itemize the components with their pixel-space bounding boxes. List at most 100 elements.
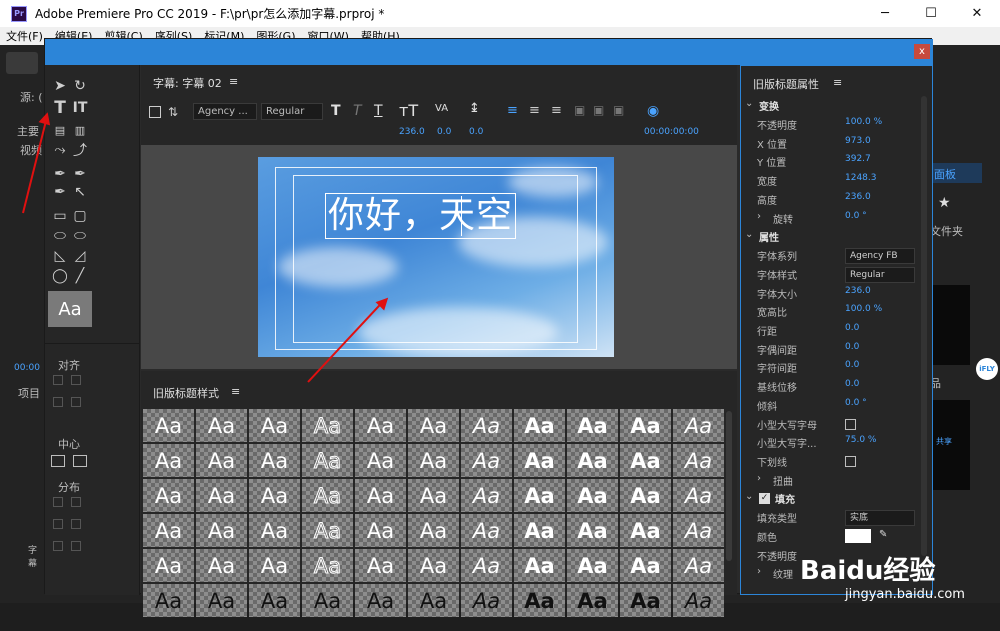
style-swatch[interactable]: Aa — [620, 584, 671, 617]
minimize-button[interactable]: ─ — [862, 0, 908, 27]
style-swatch[interactable]: Aa — [514, 514, 565, 547]
rectangle-tool-icon[interactable]: ▭ — [50, 207, 70, 225]
style-swatch[interactable]: Aa — [355, 514, 406, 547]
distribute-buttons[interactable] — [51, 497, 91, 577]
timecode-value[interactable]: 00:00:00:00 — [644, 127, 699, 137]
style-swatch[interactable]: Aa — [196, 409, 247, 442]
style-swatch[interactable]: Aa — [620, 514, 671, 547]
underline-icon[interactable]: T — [374, 103, 383, 119]
font-style-row-dropdown[interactable]: Regular — [845, 266, 915, 283]
style-swatch[interactable]: Aa — [196, 584, 247, 617]
right-panel-tab[interactable]: 面板 — [930, 163, 982, 183]
style-swatch[interactable]: Aa — [143, 479, 194, 512]
wedge-tool-icon[interactable]: ◺ — [50, 247, 70, 265]
title-panel-menu-icon[interactable]: ≡ — [229, 75, 238, 88]
align-bottom-icon[interactable] — [71, 397, 81, 407]
expand-chevron-icon[interactable]: › — [757, 566, 761, 577]
style-swatch[interactable]: Aa — [249, 444, 300, 477]
area-type-tool-icon[interactable]: ▤ — [50, 121, 70, 139]
style-swatch[interactable]: Aa — [249, 584, 300, 617]
style-swatch[interactable]: Aa — [514, 409, 565, 442]
distribute-icon-5[interactable] — [53, 541, 63, 551]
italic-icon[interactable]: T — [353, 103, 362, 119]
project-tab[interactable]: 项目 — [18, 385, 40, 401]
transform-row-value[interactable]: 100.0 % — [845, 117, 882, 127]
expand-chevron-icon[interactable]: › — [757, 211, 761, 222]
style-swatch[interactable]: Aa — [461, 514, 512, 547]
maximize-button[interactable]: ☐ — [908, 0, 954, 27]
property-row-value[interactable]: 0.0 — [845, 342, 859, 352]
rounded-rect-tool-icon[interactable]: ▢ — [70, 207, 90, 225]
property-row-value[interactable]: 0.0 — [845, 323, 859, 333]
align-left-icon[interactable] — [53, 375, 63, 385]
eyedropper-icon[interactable]: ✎ — [879, 529, 887, 540]
style-swatch[interactable]: Aa — [514, 479, 565, 512]
rounded-rect2-tool-icon[interactable]: ⬭ — [70, 227, 90, 245]
ellipse-tool-icon[interactable]: ◯ — [50, 267, 70, 285]
vertical-area-type-icon[interactable]: ▥ — [70, 121, 90, 139]
rotation-row[interactable]: › 旋转 0.0 ° — [741, 211, 931, 229]
section-fill[interactable]: ⌄ ✓ 填充 — [741, 491, 931, 509]
style-swatch[interactable]: Aa — [143, 514, 194, 547]
style-swatch[interactable]: Aa — [673, 584, 724, 617]
arc-tool-icon[interactable]: ◿ — [70, 247, 90, 265]
selection-tool-icon[interactable]: ➤ — [50, 77, 70, 95]
distort-row[interactable]: › 扭曲 — [741, 473, 931, 491]
style-panel-menu-icon[interactable]: ≡ — [231, 385, 240, 398]
vertical-path-type-icon[interactable]: ⤴ — [70, 141, 90, 159]
style-swatch[interactable]: Aa — [673, 549, 724, 582]
expand-chevron-icon[interactable]: ⌄ — [745, 491, 753, 502]
dialog-close-button[interactable]: x — [914, 44, 930, 59]
expand-chevron-icon[interactable]: ⌄ — [745, 98, 753, 109]
font-family-dropdown[interactable]: Agency ... — [193, 103, 257, 120]
style-swatch[interactable]: Aa — [461, 549, 512, 582]
star-icon[interactable]: ★ — [938, 195, 951, 211]
style-swatch[interactable]: Aa — [249, 409, 300, 442]
style-swatch[interactable]: Aa — [514, 584, 565, 617]
style-swatch[interactable]: Aa — [620, 444, 671, 477]
style-swatch[interactable]: Aa — [143, 444, 194, 477]
clipped-rect-tool-icon[interactable]: ⬭ — [50, 227, 70, 245]
style-swatch[interactable]: Aa — [143, 409, 194, 442]
style-swatch[interactable]: Aa — [196, 444, 247, 477]
distribute-icon-2[interactable] — [71, 497, 81, 507]
transform-row-value[interactable]: 973.0 — [845, 136, 871, 146]
show-background-icon[interactable]: ◉ — [647, 103, 659, 119]
center-vertical-icon[interactable] — [73, 455, 87, 467]
tab-stops-icon[interactable]: ▣ — [574, 103, 585, 117]
property-row-value[interactable]: 236.0 — [845, 286, 871, 296]
style-swatch[interactable]: Aa — [567, 479, 618, 512]
distribute-icon-3[interactable] — [53, 519, 63, 529]
style-swatch[interactable]: Aa — [514, 549, 565, 582]
rotation-tool-icon[interactable]: ↻ — [70, 77, 90, 95]
fill-checkbox[interactable]: ✓ — [759, 493, 770, 505]
bold-icon[interactable]: T — [331, 103, 341, 119]
style-swatch[interactable]: Aa — [196, 514, 247, 547]
style-swatch[interactable]: Aa — [408, 409, 459, 442]
kerning-icon[interactable]: VA — [435, 103, 448, 114]
style-swatch[interactable]: Aa — [355, 549, 406, 582]
transform-row-value[interactable]: 1248.3 — [845, 173, 877, 183]
tab-stops-3-icon[interactable]: ▣ — [613, 103, 624, 117]
leading-icon[interactable]: ↨ — [469, 101, 480, 116]
align-left-text-icon[interactable]: ≡ — [507, 103, 518, 118]
distribute-icon-6[interactable] — [71, 541, 81, 551]
property-row-value[interactable]: 0.0 — [845, 379, 859, 389]
font-style-dropdown[interactable]: Regular — [261, 103, 323, 120]
path-type-tool-icon[interactable]: ⤳ — [50, 141, 70, 159]
vertical-type-tool-icon[interactable]: IT — [70, 99, 90, 117]
style-swatch[interactable]: Aa — [408, 479, 459, 512]
color-row-swatch[interactable] — [845, 529, 871, 543]
align-top-icon[interactable] — [53, 397, 63, 407]
style-swatch[interactable]: Aa — [408, 584, 459, 617]
style-swatch[interactable]: Aa — [302, 514, 353, 547]
style-swatch[interactable]: Aa — [461, 409, 512, 442]
style-swatch[interactable]: Aa — [302, 479, 353, 512]
rotation-value[interactable]: 0.0 ° — [845, 211, 867, 221]
font-family-row-dropdown[interactable]: Agency FB — [845, 248, 915, 265]
style-swatch[interactable]: Aa — [249, 479, 300, 512]
style-swatch[interactable]: Aa — [620, 479, 671, 512]
style-scrollbar[interactable] — [726, 411, 732, 561]
transform-row-value[interactable]: 392.7 — [845, 154, 871, 164]
property-row-value[interactable]: 100.0 % — [845, 304, 882, 314]
